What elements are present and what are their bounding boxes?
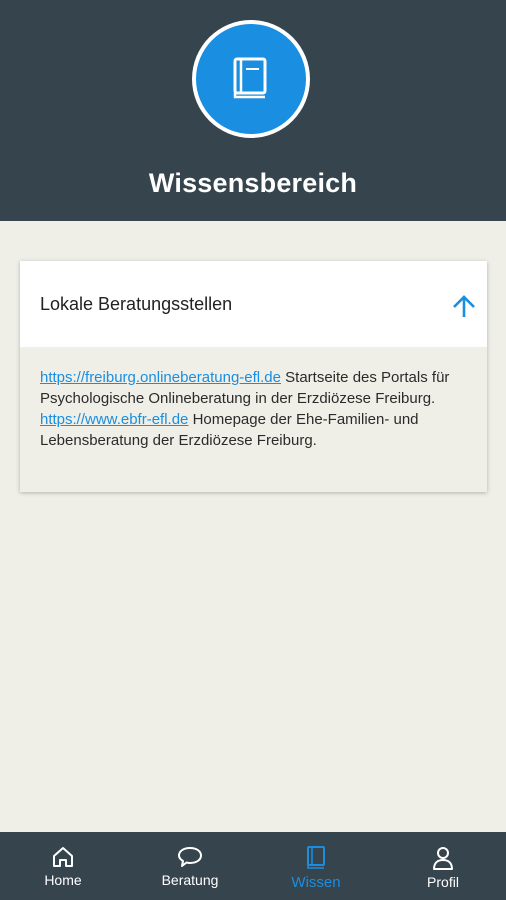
book-icon bbox=[233, 57, 267, 99]
chat-bubble-icon bbox=[178, 847, 202, 867]
accordion-content: https://freiburg.onlineberatung-efl.de S… bbox=[40, 367, 460, 451]
nav-label-beratung: Beratung bbox=[161, 872, 219, 888]
bottom-navigation: Home Beratung Wissen Profil bbox=[0, 832, 506, 900]
link-portal[interactable]: https://freiburg.onlineberatung-efl.de bbox=[40, 369, 281, 386]
nav-item-wissen[interactable]: Wissen bbox=[253, 832, 379, 900]
arrow-up-icon[interactable] bbox=[451, 293, 477, 319]
nav-item-beratung[interactable]: Beratung bbox=[127, 832, 253, 900]
accordion-title: Lokale Beratungsstellen bbox=[40, 294, 233, 314]
accordion-card: Lokale Beratungsstellen https://freiburg… bbox=[20, 261, 487, 492]
nav-item-profil[interactable]: Profil bbox=[380, 832, 506, 900]
link-homepage[interactable]: https://www.ebfr-efl.de bbox=[40, 411, 188, 428]
nav-label-profil: Profil bbox=[427, 874, 459, 890]
header-icon-circle bbox=[192, 20, 310, 138]
home-icon bbox=[53, 847, 73, 867]
page-title: Wissensbereich bbox=[148, 168, 358, 198]
nav-item-home[interactable]: Home bbox=[0, 832, 126, 900]
nav-label-home: Home bbox=[44, 872, 82, 888]
book-icon bbox=[307, 846, 325, 869]
nav-label-wissen: Wissen bbox=[291, 874, 341, 891]
person-icon bbox=[433, 847, 453, 870]
accordion-header[interactable]: Lokale Beratungsstellen bbox=[20, 261, 487, 347]
header: Wissensbereich bbox=[0, 0, 506, 221]
